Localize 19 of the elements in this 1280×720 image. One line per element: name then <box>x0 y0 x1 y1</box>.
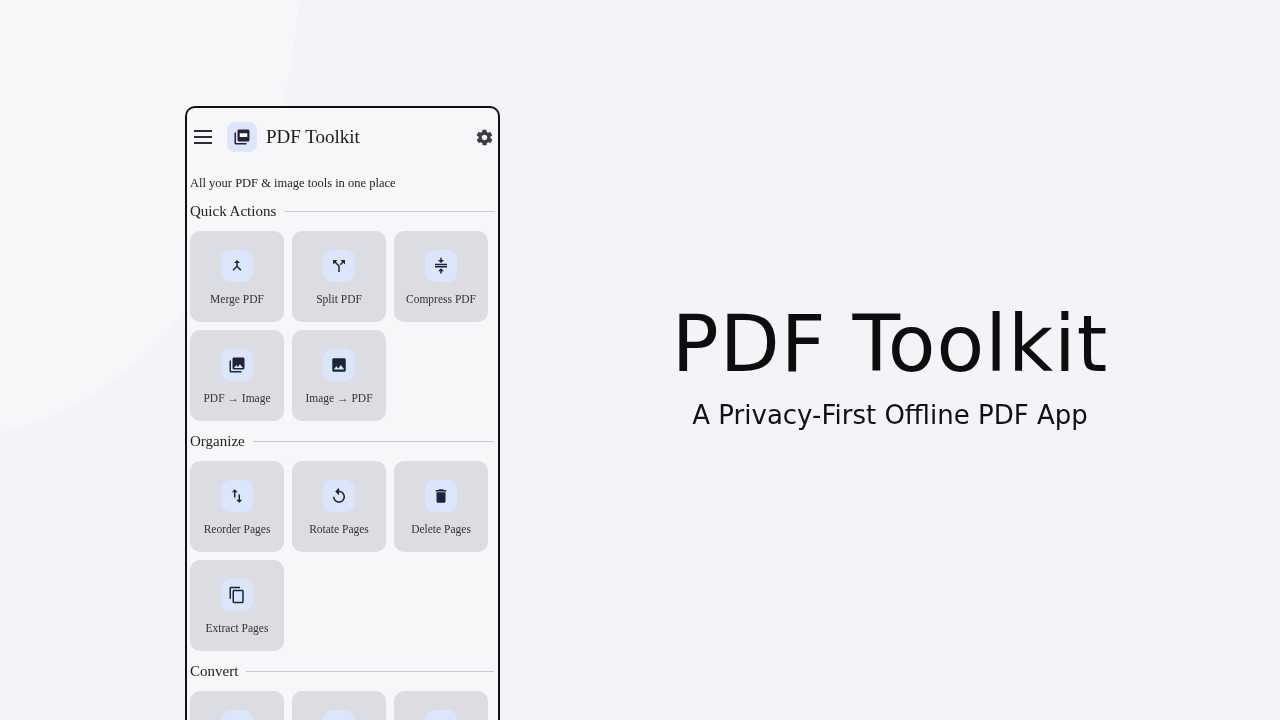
promo-subtitle: A Privacy-First Offline PDF App <box>692 399 1088 430</box>
tool-tile[interactable]: Image → PDF <box>292 330 386 421</box>
section-title: Organize <box>190 432 245 450</box>
tool-tile[interactable]: Delete Pages <box>394 461 488 552</box>
section-title: Quick Actions <box>190 202 277 220</box>
promo-title: PDF Toolkit <box>671 302 1109 388</box>
tool-tile[interactable]: Merge PDF <box>190 231 284 322</box>
section-title: Convert <box>190 662 239 680</box>
settings-icon[interactable] <box>475 127 494 147</box>
tool-tile[interactable]: Reorder Pages <box>190 461 284 552</box>
tool-tile[interactable]: Split PDF <box>292 231 386 322</box>
app-title: PDF Toolkit <box>266 126 361 148</box>
tool-tile[interactable]: Extract Pages <box>190 560 284 651</box>
tool-tile[interactable]: Rotate Pages <box>292 461 386 552</box>
menu-icon[interactable] <box>194 130 212 144</box>
tool-tile[interactable]: PDF → Image <box>190 330 284 421</box>
tool-tile[interactable]: Compress PDF <box>394 231 488 322</box>
pdf-document-icon <box>227 122 257 152</box>
tagline: All your PDF & image tools in one place <box>190 176 397 191</box>
